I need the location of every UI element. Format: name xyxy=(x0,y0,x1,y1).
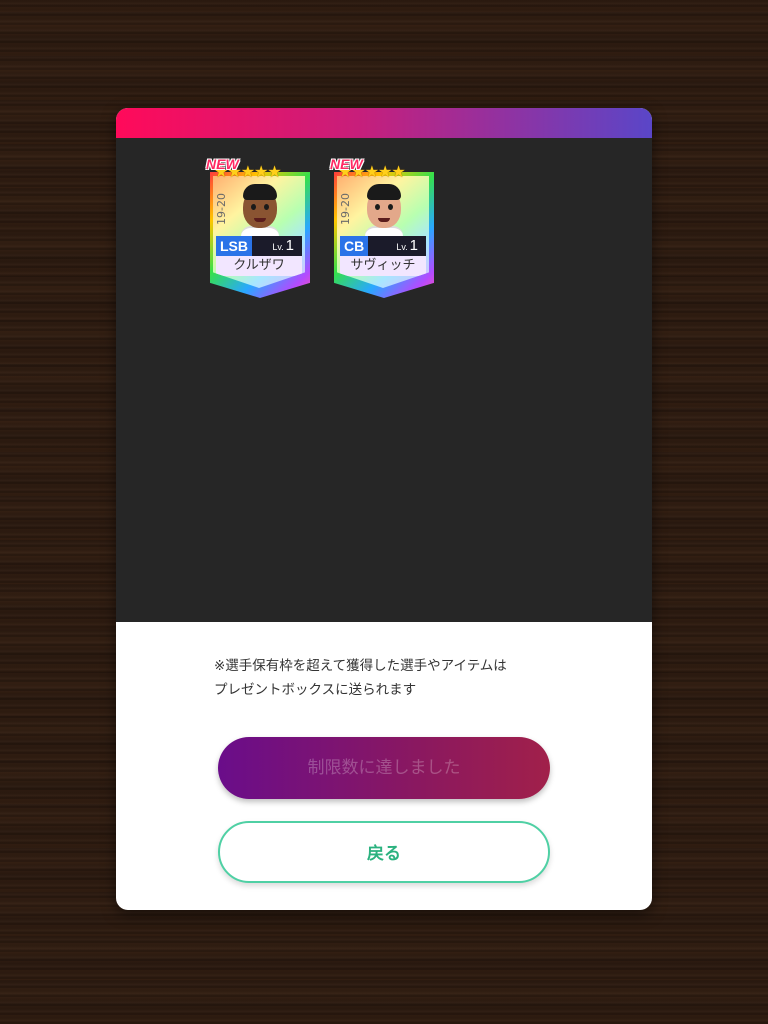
player-hair xyxy=(367,184,401,200)
card-inner: 19-20 CB Lv. 1 サヴィッチ xyxy=(337,176,429,288)
level-label: Lv. xyxy=(396,242,408,252)
level-display: Lv. 1 xyxy=(396,236,418,257)
season-label: 19-20 xyxy=(215,193,228,225)
position-label: CB xyxy=(340,236,369,256)
modal-header-bar xyxy=(116,108,652,138)
player-eye xyxy=(388,204,393,210)
player-hair xyxy=(243,184,277,200)
notice-line-1: ※選手保有枠を超えて獲得した選手やアイテムは xyxy=(214,658,507,674)
player-face-icon xyxy=(239,182,281,238)
player-eye xyxy=(375,204,380,210)
player-face-icon xyxy=(363,182,405,238)
card-inner: 19-20 LSB Lv. 1 クルザワ xyxy=(213,176,305,288)
position-bar: LSB Lv. 1 xyxy=(216,236,302,256)
notice-line-2: プレゼントボックスに送られます xyxy=(214,682,417,698)
limit-reached-button[interactable]: 制限数に達しました xyxy=(218,737,550,799)
player-card-savic[interactable]: 19-20 CB Lv. 1 サヴィッチ ★★★★★ NEW xyxy=(330,156,434,300)
new-badge: NEW xyxy=(330,156,363,172)
level-label: Lv. xyxy=(272,242,284,252)
position-bar: CB Lv. 1 xyxy=(340,236,426,256)
new-badge: NEW xyxy=(206,156,239,172)
present-box-notice: ※選手保有枠を超えて獲得した選手やアイテムは プレゼントボックスに送られます xyxy=(214,654,594,702)
player-name: サヴィッチ xyxy=(340,256,426,276)
player-name: クルザワ xyxy=(216,256,302,276)
acquired-players-area: 19-20 LSB Lv. 1 クルザワ ★★★★★ NEW 19-20 CB … xyxy=(116,138,652,622)
level-value: 1 xyxy=(409,237,418,254)
player-eye xyxy=(264,204,269,210)
result-modal: 19-20 LSB Lv. 1 クルザワ ★★★★★ NEW 19-20 CB … xyxy=(116,108,652,910)
season-label: 19-20 xyxy=(339,193,352,225)
back-button[interactable]: 戻る xyxy=(218,821,550,883)
level-value: 1 xyxy=(285,237,294,254)
player-eye xyxy=(251,204,256,210)
level-display: Lv. 1 xyxy=(272,236,294,257)
player-card-kurzawa[interactable]: 19-20 LSB Lv. 1 クルザワ ★★★★★ NEW xyxy=(206,156,310,300)
position-label: LSB xyxy=(216,236,252,256)
